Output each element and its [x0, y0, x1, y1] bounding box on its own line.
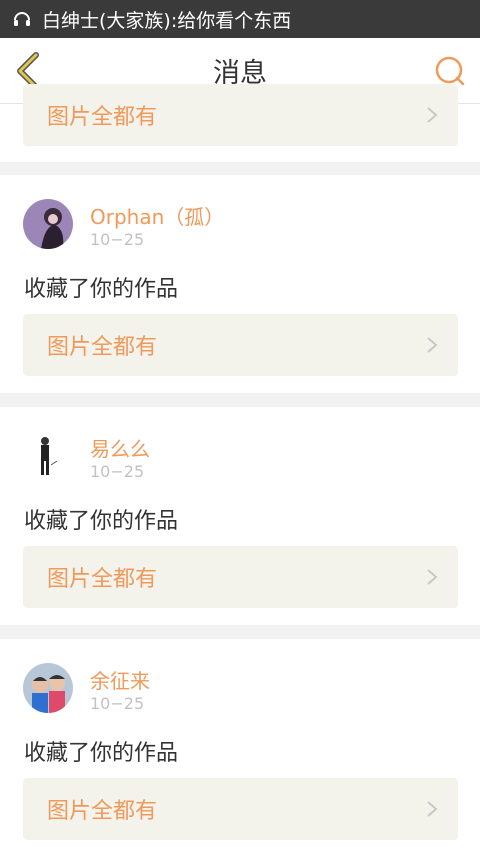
- username[interactable]: 易么么: [90, 433, 150, 462]
- message-card: 余征来 10−25 收藏了你的作品 图片全都有: [0, 639, 480, 857]
- search-icon: [435, 56, 465, 86]
- work-link[interactable]: 图片全都有: [23, 314, 458, 376]
- message-card-partial: 图片全都有: [0, 84, 480, 162]
- chevron-right-icon: [427, 107, 438, 123]
- message-date: 10−25: [90, 694, 145, 713]
- chevron-right-icon: [427, 337, 438, 353]
- avatar[interactable]: [23, 431, 73, 481]
- chevron-right-icon: [427, 801, 438, 817]
- message-date: 10−25: [90, 230, 145, 249]
- message-action: 收藏了你的作品: [24, 277, 179, 302]
- work-link[interactable]: 图片全都有: [23, 546, 458, 608]
- work-title: 图片全都有: [47, 799, 158, 824]
- work-link[interactable]: 图片全都有: [23, 84, 458, 146]
- message-card: 易么么 10−25 收藏了你的作品 图片全都有: [0, 407, 480, 625]
- work-title: 图片全都有: [47, 567, 158, 592]
- work-title: 图片全都有: [47, 105, 158, 130]
- search-button[interactable]: [434, 55, 466, 87]
- status-bar: 白绅士(大家族):给你看个东西: [0, 0, 480, 38]
- message-action: 收藏了你的作品: [24, 741, 179, 766]
- message-action: 收藏了你的作品: [24, 509, 179, 534]
- headset-icon: [12, 9, 32, 29]
- username[interactable]: 余征来: [90, 665, 150, 694]
- notification-text: 白绅士(大家族):给你看个东西: [42, 9, 292, 32]
- work-title: 图片全都有: [47, 335, 158, 360]
- avatar[interactable]: [23, 663, 73, 713]
- work-link[interactable]: 图片全都有: [23, 778, 458, 840]
- message-card: Orphan（孤） 10−25 收藏了你的作品 图片全都有: [0, 175, 480, 393]
- chevron-right-icon: [427, 569, 438, 585]
- avatar[interactable]: [23, 199, 73, 249]
- message-date: 10−25: [90, 462, 145, 481]
- username[interactable]: Orphan（孤）: [90, 201, 224, 230]
